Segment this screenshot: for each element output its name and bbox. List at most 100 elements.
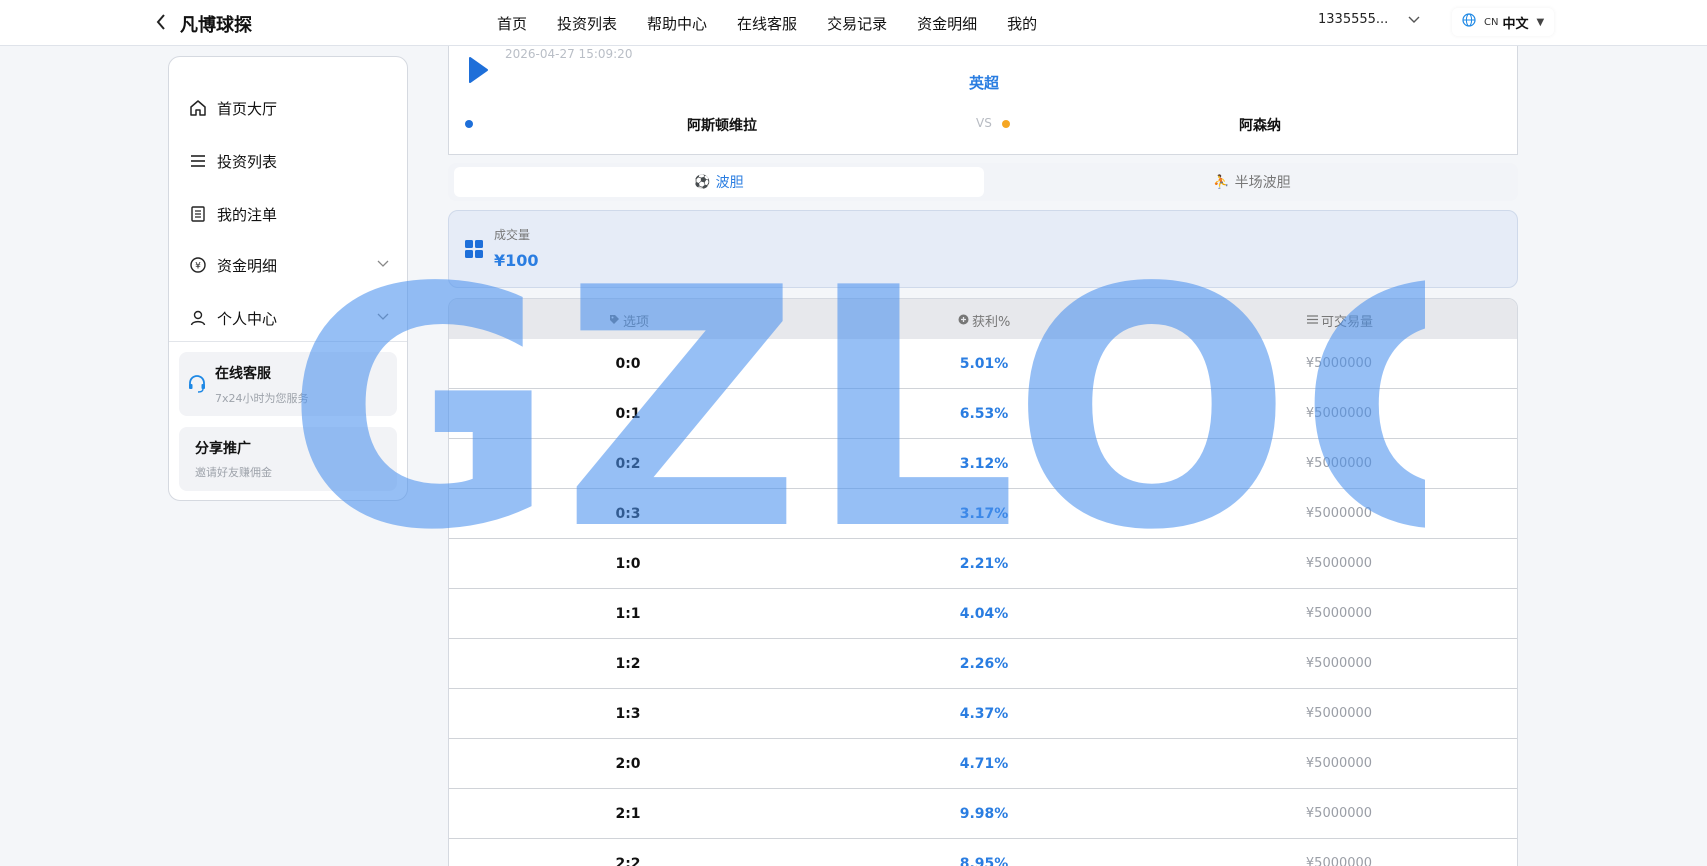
grid-icon xyxy=(465,240,483,262)
profit-cell: 5.01% xyxy=(959,356,1009,372)
option-cell: 1:3 xyxy=(615,706,641,722)
tab-label: 波胆 xyxy=(715,175,744,191)
option-cell: 0:2 xyxy=(615,456,641,472)
share-subtitle: 邀请好友赚佣金 xyxy=(195,466,272,479)
volume-value: ¥100 xyxy=(494,251,539,270)
table-row[interactable]: 0:1 6.53% ¥5000000 xyxy=(449,389,1517,439)
language-selector[interactable]: CN 中文 ▼ xyxy=(1452,8,1555,36)
sidebar-item-label: 个人中心 xyxy=(217,309,278,328)
share-title: 分享推广 xyxy=(195,441,251,457)
sidebar-item-fund-details[interactable]: ¥ 资金明细 xyxy=(189,250,389,280)
table-row[interactable]: 0:2 3.12% ¥5000000 xyxy=(449,439,1517,489)
user-icon xyxy=(189,309,207,327)
table-row[interactable]: 0:0 5.01% ¥5000000 xyxy=(449,339,1517,389)
language-name: 中文 xyxy=(1502,16,1529,32)
nav-fund-details[interactable]: 资金明细 xyxy=(917,13,977,34)
table-row[interactable]: 1:0 2.21% ¥5000000 xyxy=(449,539,1517,589)
chevron-down-icon xyxy=(377,310,389,324)
nav-investment-list[interactable]: 投资列表 xyxy=(557,13,617,34)
option-cell: 2:2 xyxy=(615,856,641,866)
volume-label: 成交量 xyxy=(494,228,531,242)
player-kick-icon: ⛹ xyxy=(1213,174,1230,190)
bet-type-tabs: ⚽ 波胆 ⛹ 半场波胆 xyxy=(448,163,1518,201)
quantity-cell: ¥5000000 xyxy=(1305,506,1373,521)
away-team: 阿森纳 xyxy=(1239,118,1281,134)
match-info-panel: 2026-04-27 15:09:20 英超 阿斯顿维拉 VS 阿森纳 xyxy=(448,46,1518,155)
app-title: 凡博球探 xyxy=(180,15,252,36)
profit-cell: 8.95% xyxy=(959,856,1009,866)
top-navigation-bar: 凡博球探 首页 投资列表 帮助中心 在线客服 交易记录 资金明细 我的 1335… xyxy=(0,0,1707,46)
service-title: 在线客服 xyxy=(215,366,271,382)
plus-circle-icon xyxy=(958,314,969,328)
quantity-cell: ¥5000000 xyxy=(1305,406,1373,421)
home-team: 阿斯顿维拉 xyxy=(687,118,757,134)
profit-cell: 9.98% xyxy=(959,806,1009,822)
quantity-cell: ¥5000000 xyxy=(1305,556,1373,571)
sidebar-item-label: 首页大厅 xyxy=(217,99,278,118)
document-icon xyxy=(189,205,207,223)
chevron-left-icon xyxy=(156,14,165,30)
account-menu[interactable]: 1335555... xyxy=(1318,12,1420,27)
profit-cell: 3.17% xyxy=(959,506,1009,522)
tab-half-time-correct-score[interactable]: ⛹ 半场波胆 xyxy=(992,167,1512,197)
quantity-cell: ¥5000000 xyxy=(1305,656,1373,671)
option-cell: 1:0 xyxy=(615,556,641,572)
volume-panel: 成交量 ¥100 xyxy=(448,210,1518,288)
header-profit: 获利% xyxy=(958,311,1010,330)
soccer-ball-icon: ⚽ xyxy=(694,174,711,190)
profit-cell: 6.53% xyxy=(959,406,1009,422)
sidebar-item-investment-list[interactable]: 投资列表 xyxy=(189,146,389,176)
yen-circle-icon: ¥ xyxy=(189,256,207,274)
online-service-card[interactable]: 在线客服 7x24小时为您服务 xyxy=(179,352,397,416)
quantity-cell: ¥5000000 xyxy=(1305,356,1373,371)
profit-cell: 4.71% xyxy=(959,756,1009,772)
sidebar-item-home-hall[interactable]: 首页大厅 xyxy=(189,93,389,123)
table-row[interactable]: 2:1 9.98% ¥5000000 xyxy=(449,789,1517,839)
table-row[interactable]: 1:1 4.04% ¥5000000 xyxy=(449,589,1517,639)
sidebar-item-my-orders[interactable]: 我的注单 xyxy=(189,199,389,229)
tab-label: 半场波胆 xyxy=(1234,175,1291,191)
share-promotion-card[interactable]: 分享推广 邀请好友赚佣金 xyxy=(179,427,397,491)
quantity-cell: ¥5000000 xyxy=(1305,856,1373,866)
league-name: 英超 xyxy=(968,74,999,92)
header-option: 选项 xyxy=(609,311,649,330)
home-team-dot xyxy=(465,120,473,128)
quantity-cell: ¥5000000 xyxy=(1305,756,1373,771)
profit-cell: 4.37% xyxy=(959,706,1009,722)
sidebar-divider xyxy=(169,341,407,342)
table-row[interactable]: 1:2 2.26% ¥5000000 xyxy=(449,639,1517,689)
sidebar-item-label: 投资列表 xyxy=(217,152,278,171)
sidebar: 首页大厅 投资列表 我的注单 ¥ 资金明细 个人中心 在线客服 7x24小时为您… xyxy=(168,56,408,501)
nav-home[interactable]: 首页 xyxy=(497,13,527,34)
back-button[interactable] xyxy=(150,10,172,34)
chevron-down-icon xyxy=(1408,13,1420,27)
tag-icon xyxy=(609,314,620,328)
nav-online-service[interactable]: 在线客服 xyxy=(737,13,797,34)
option-cell: 2:0 xyxy=(615,756,641,772)
nav-transaction-records[interactable]: 交易记录 xyxy=(827,13,887,34)
option-cell: 0:1 xyxy=(615,406,641,422)
table-row[interactable]: 2:0 4.71% ¥5000000 xyxy=(449,739,1517,789)
sidebar-item-personal-center[interactable]: 个人中心 xyxy=(189,303,389,333)
table-row[interactable]: 0:3 3.17% ¥5000000 xyxy=(449,489,1517,539)
option-cell: 0:0 xyxy=(615,356,641,372)
quantity-cell: ¥5000000 xyxy=(1305,606,1373,621)
option-cell: 1:2 xyxy=(615,656,641,672)
odds-table: 选项 获利% 可交易量 0:0 5.01% ¥5000000 0:1 6.53%… xyxy=(448,298,1518,866)
caret-down-icon: ▼ xyxy=(1536,16,1545,28)
tab-correct-score[interactable]: ⚽ 波胆 xyxy=(454,167,984,197)
header-tradable-amount: 可交易量 xyxy=(1307,311,1373,330)
nav-mine[interactable]: 我的 xyxy=(1007,13,1037,34)
option-cell: 1:1 xyxy=(615,606,641,622)
home-icon xyxy=(189,99,207,117)
table-row[interactable]: 2:2 8.95% ¥5000000 xyxy=(449,839,1517,866)
quantity-cell: ¥5000000 xyxy=(1305,456,1373,471)
headset-icon xyxy=(187,374,207,398)
profit-cell: 3.12% xyxy=(959,456,1009,472)
away-team-dot xyxy=(1002,120,1010,128)
profit-cell: 2.26% xyxy=(959,656,1009,672)
table-row[interactable]: 1:3 4.37% ¥5000000 xyxy=(449,689,1517,739)
nav-help-center[interactable]: 帮助中心 xyxy=(647,13,707,34)
list-icon xyxy=(189,152,207,170)
table-header: 选项 获利% 可交易量 xyxy=(449,299,1517,339)
